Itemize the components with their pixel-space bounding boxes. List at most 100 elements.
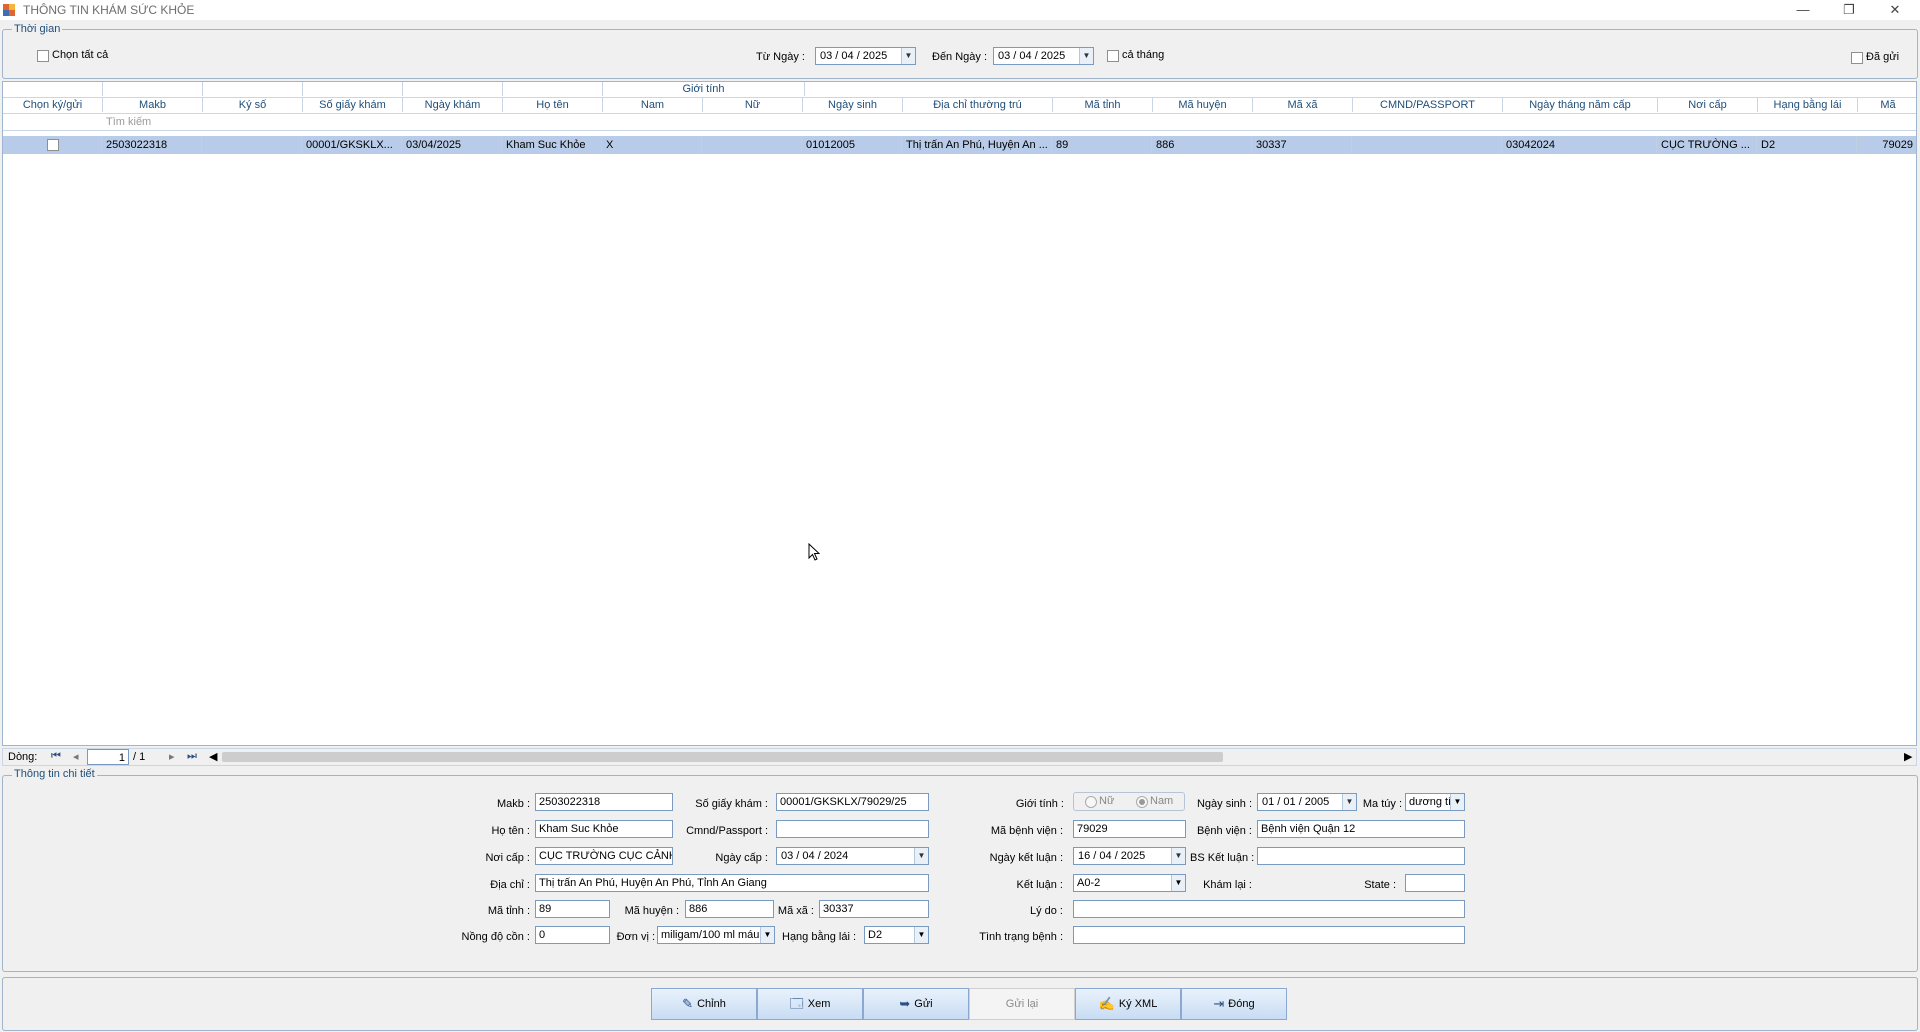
chevron-down-icon[interactable]: ▼ (760, 927, 774, 943)
don-vi-select[interactable]: miligam/100 ml máu ▼ (657, 926, 775, 944)
ngay-sinh-picker[interactable]: 01 / 01 / 2005 ▼ (1257, 793, 1357, 811)
month-checkbox[interactable] (1107, 50, 1119, 62)
ma-benh-vien-field[interactable]: 79029 (1073, 820, 1186, 838)
column-header[interactable]: Ngày sinh (803, 98, 903, 112)
column-header-row: Chọn ký/gửi Makb Ký số Số giấy khám Ngày khá… (3, 98, 1916, 114)
chevron-down-icon[interactable]: ▼ (1171, 875, 1185, 891)
column-header[interactable]: Makb (103, 98, 203, 112)
prev-page-icon[interactable]: ◂ (73, 750, 79, 763)
table-cell[interactable]: 886 (1153, 136, 1252, 154)
sign-xml-button[interactable]: ✍ Ký XML (1075, 988, 1181, 1020)
chevron-down-icon[interactable]: ▼ (1450, 794, 1464, 810)
ma-xa-field[interactable]: 30337 (819, 900, 929, 918)
column-header[interactable]: CMND/PASSPORT (1353, 98, 1503, 112)
horizontal-scrollbar-thumb[interactable] (222, 752, 1223, 762)
chevron-down-icon[interactable]: ▼ (1079, 48, 1093, 64)
gender-radio-group[interactable]: Nữ Nam (1073, 792, 1185, 811)
next-page-icon[interactable]: ▸ (169, 750, 175, 763)
table-cell[interactable]: 89 (1053, 136, 1152, 154)
sent-checkbox[interactable] (1851, 52, 1863, 64)
close-icon[interactable]: ✕ (1881, 2, 1909, 18)
column-header[interactable]: Nam (603, 98, 703, 112)
column-header[interactable]: Ngày khám (403, 98, 503, 112)
column-header[interactable]: Họ tên (503, 98, 603, 112)
scroll-left-icon[interactable]: ◀ (209, 750, 217, 763)
chevron-down-icon[interactable]: ▼ (901, 48, 915, 64)
data-grid[interactable]: Giới tính Chọn ký/gửi Makb Ký số Số giấy kh… (2, 81, 1917, 746)
ma-tuy-select[interactable]: dương tí ▼ (1405, 793, 1465, 811)
table-cell[interactable]: 2503022318 (103, 136, 202, 154)
column-header[interactable]: Mã (1858, 98, 1916, 112)
column-header[interactable]: Hạng bằng lái (1758, 98, 1858, 112)
page-input[interactable]: 1 (87, 749, 129, 765)
column-header[interactable]: Chọn ký/gửi (3, 98, 103, 112)
table-cell[interactable]: D2 (1758, 136, 1857, 154)
state-field[interactable] (1405, 874, 1465, 892)
table-cell[interactable] (703, 136, 802, 154)
column-header[interactable]: Nữ (703, 98, 803, 112)
table-cell[interactable]: 01012005 (803, 136, 902, 154)
ma-tuy-label: Ma túy : (1362, 798, 1402, 810)
table-cell[interactable]: X (603, 136, 702, 154)
select-all-checkbox[interactable] (37, 50, 49, 62)
ngay-cap-picker[interactable]: 03 / 04 / 2024 ▼ (776, 847, 929, 865)
column-header[interactable]: Nơi cấp (1658, 98, 1758, 112)
table-cell[interactable]: 00001/GKSKLX... (303, 136, 402, 154)
female-radio[interactable] (1085, 796, 1097, 808)
row-select-checkbox[interactable] (47, 139, 59, 151)
to-date-picker[interactable]: 03 / 04 / 2025 ▼ (993, 47, 1094, 65)
noi-cap-field[interactable]: CỤC TRƯỜNG CỤC CẢNH (535, 847, 673, 865)
column-header[interactable]: Địa chỉ thường trú (903, 98, 1053, 112)
dia-chi-field[interactable]: Thị trấn An Phú, Huyện An Phú, Tỉnh An G… (535, 874, 929, 892)
restore-icon[interactable]: ❐ (1835, 2, 1863, 18)
table-cell[interactable]: Thị trấn An Phú, Huyện An ... (903, 136, 1052, 154)
male-radio[interactable] (1136, 796, 1148, 808)
table-cell[interactable]: 03/04/2025 (403, 136, 502, 154)
edit-button[interactable]: ✎ Chỉnh (651, 988, 757, 1020)
ma-tinh-field[interactable]: 89 (535, 900, 610, 918)
from-date-picker[interactable]: 03 / 04 / 2025 ▼ (815, 47, 916, 65)
close-button[interactable]: ⇥ Đóng (1181, 988, 1287, 1020)
ma-huyen-field[interactable]: 886 (685, 900, 774, 918)
row-checkbox-cell[interactable] (3, 136, 102, 154)
search-row[interactable]: Tìm kiếm (3, 114, 1916, 131)
column-header[interactable]: Mã tỉnh (1053, 98, 1153, 112)
column-header[interactable]: Mã huyện (1153, 98, 1253, 112)
benh-vien-field[interactable]: Bệnh viện Quận 12 (1257, 820, 1465, 838)
ngay-ket-luan-picker[interactable]: 16 / 04 / 2025 ▼ (1073, 847, 1186, 865)
ly-do-field[interactable] (1073, 900, 1465, 918)
nong-do-field[interactable]: 0 (535, 926, 610, 944)
table-cell[interactable]: 79029 (1858, 136, 1916, 154)
so-giay-kham-field[interactable]: 00001/GKSKLX/79029/25 (776, 793, 929, 811)
bs-ket-luan-field[interactable] (1257, 847, 1465, 865)
table-row[interactable]: 2503022318 00001/GKSKLX... 03/04/2025 Kham … (3, 136, 1916, 154)
scroll-right-icon[interactable]: ▶ (1904, 750, 1912, 763)
chevron-down-icon[interactable]: ▼ (1171, 848, 1185, 864)
search-placeholder[interactable]: Tìm kiếm (106, 116, 151, 128)
column-header[interactable]: Số giấy khám (303, 98, 403, 112)
table-cell[interactable]: 03042024 (1503, 136, 1657, 154)
cmnd-field[interactable] (776, 820, 929, 838)
table-cell[interactable]: CỤC TRƯỜNG ... (1658, 136, 1757, 154)
minimize-icon[interactable]: — (1789, 2, 1817, 17)
table-cell[interactable]: Kham Suc Khỏe (503, 136, 602, 154)
column-header[interactable]: Ngày tháng năm cấp (1503, 98, 1658, 112)
makb-field[interactable]: 2503022318 (535, 793, 673, 811)
resend-button[interactable]: Gửi lại (969, 988, 1075, 1020)
chevron-down-icon[interactable]: ▼ (1342, 794, 1356, 810)
hang-bang-lai-select[interactable]: D2 ▼ (864, 926, 929, 944)
table-cell[interactable] (1353, 136, 1502, 154)
column-header[interactable]: Ký số (203, 98, 303, 112)
view-button[interactable]: 🗔 Xem (757, 988, 863, 1020)
first-page-icon[interactable]: ⏮ (51, 750, 61, 763)
send-button[interactable]: ➥ Gửi (863, 988, 969, 1020)
column-header[interactable]: Mã xã (1253, 98, 1353, 112)
table-cell[interactable]: 30337 (1253, 136, 1352, 154)
last-page-icon[interactable]: ⏭ (187, 750, 197, 763)
ket-luan-select[interactable]: A0-2 ▼ (1073, 874, 1186, 892)
chevron-down-icon[interactable]: ▼ (914, 848, 928, 864)
chevron-down-icon[interactable]: ▼ (914, 927, 928, 943)
tinh-trang-field[interactable] (1073, 926, 1465, 944)
ho-ten-field[interactable]: Kham Suc Khỏe (535, 820, 673, 838)
table-cell[interactable] (203, 136, 302, 154)
